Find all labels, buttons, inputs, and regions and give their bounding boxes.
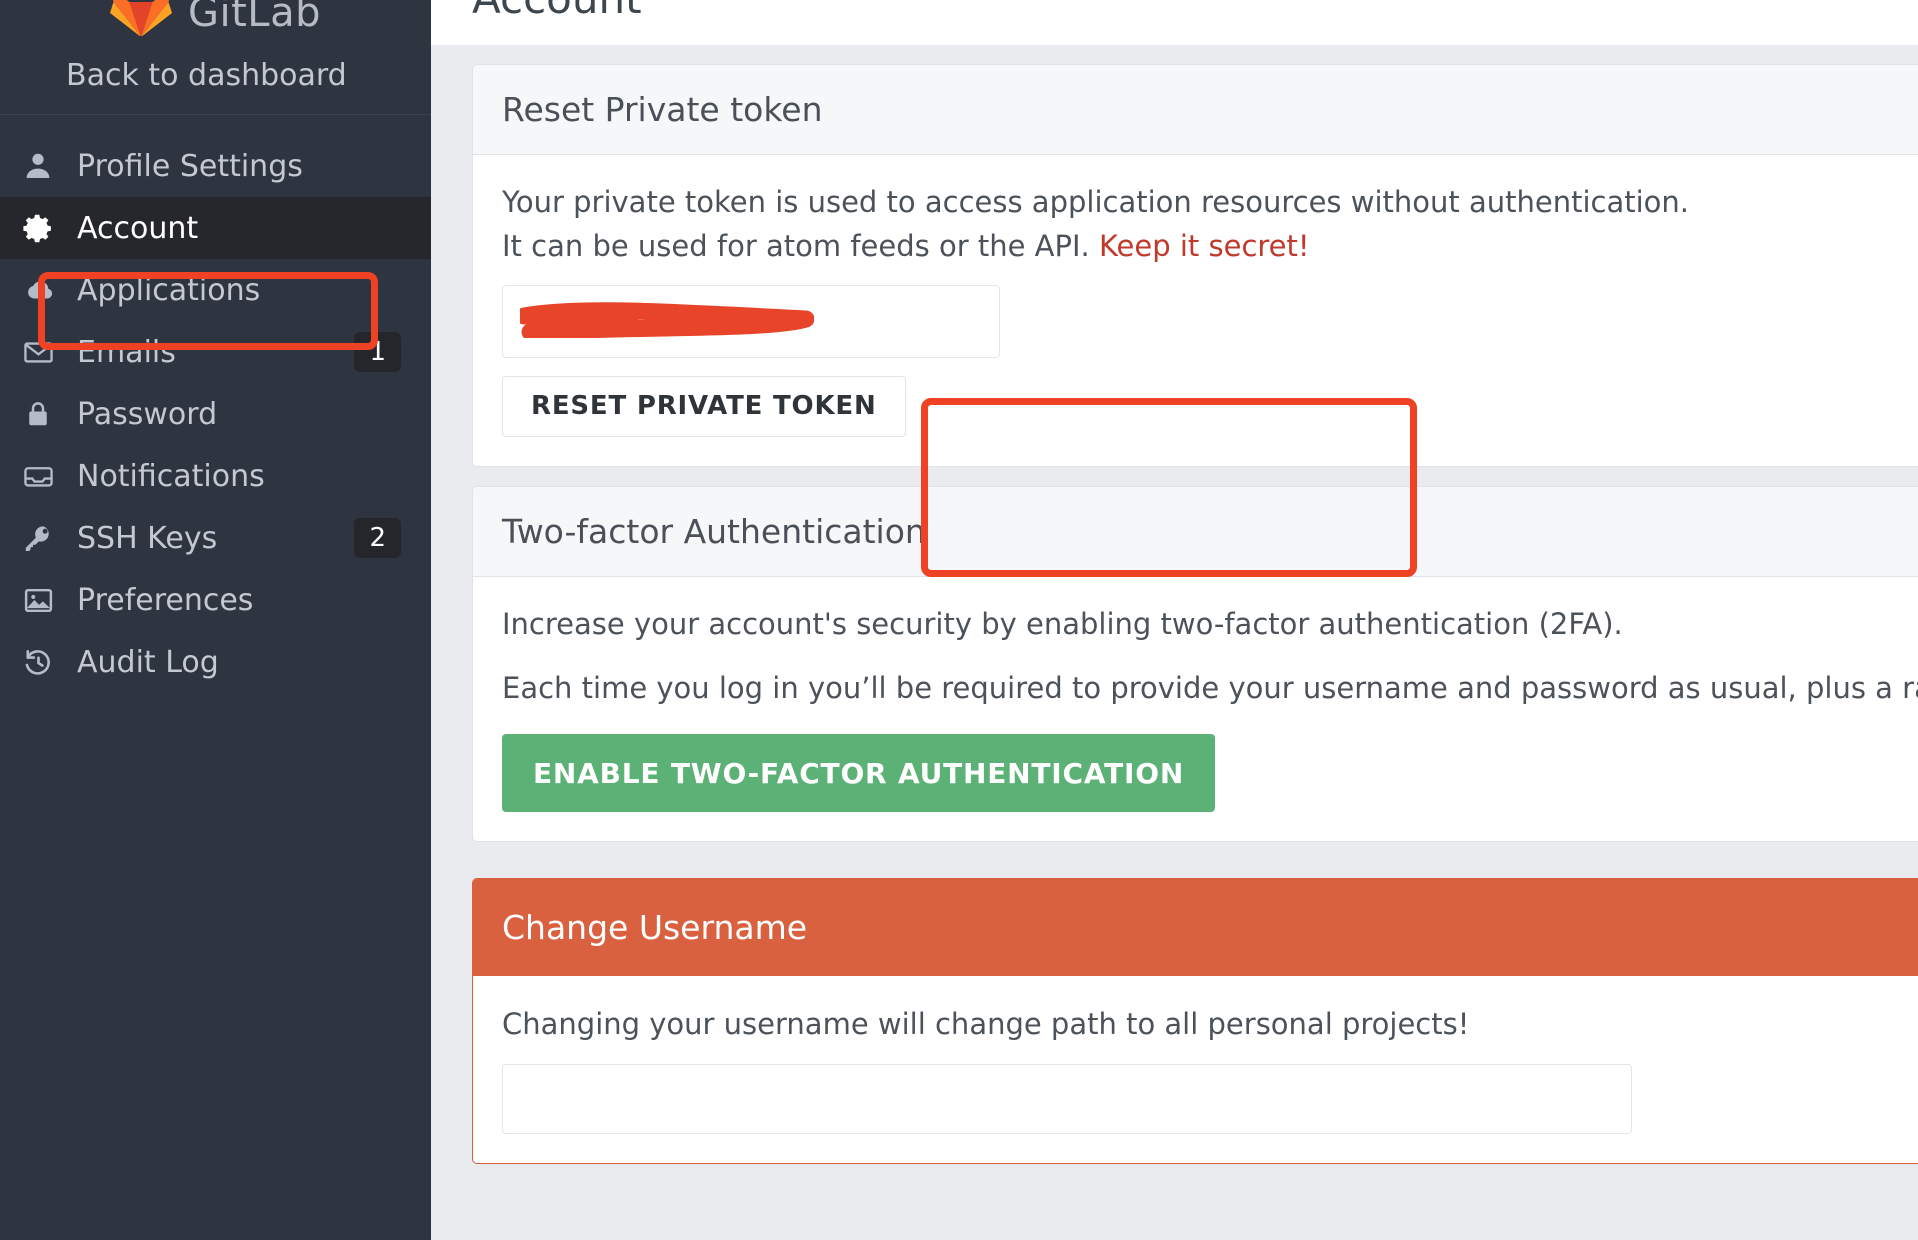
change-username-card: Change Username Changing your username w… xyxy=(472,878,1918,1164)
sidebar-badge-ssh-keys: 2 xyxy=(354,518,401,558)
sidebar-item-label: Applications xyxy=(64,273,401,308)
image-icon xyxy=(12,584,64,617)
gitlab-tanuki-icon xyxy=(110,0,172,36)
reset-private-token-button[interactable]: RESET PRIVATE TOKEN xyxy=(502,376,906,437)
sidebar-item-label: Preferences xyxy=(64,583,401,618)
gear-icon xyxy=(12,212,64,245)
lock-icon xyxy=(12,399,64,429)
reset-token-description-line1: Your private token is used to access app… xyxy=(502,184,1918,220)
sidebar-item-audit-log[interactable]: Audit Log xyxy=(0,631,431,693)
two-factor-authentication-body: Increase your account's security by enab… xyxy=(473,577,1918,842)
reset-private-token-body: Your private token is used to access app… xyxy=(473,155,1918,466)
change-username-header: Change Username xyxy=(473,879,1918,976)
sidebar-item-label: Audit Log xyxy=(64,645,401,680)
enable-two-factor-authentication-button[interactable]: ENABLE TWO-FACTOR AUTHENTICATION xyxy=(502,734,1215,812)
private-token-input[interactable] xyxy=(502,285,1000,358)
back-to-dashboard-label: Back to dashboard xyxy=(66,58,347,93)
two-factor-authentication-header: Two-factor Authentication xyxy=(473,487,1918,577)
brand-name: GitLab xyxy=(188,0,321,36)
cloud-icon xyxy=(12,273,64,307)
sidebar-item-account[interactable]: Account xyxy=(0,197,431,259)
sidebar-item-profile-settings[interactable]: Profile Settings xyxy=(0,135,431,197)
sidebar-item-label: Account xyxy=(64,211,401,246)
inbox-icon xyxy=(12,460,64,493)
settings-sections: Reset Private token Your private token i… xyxy=(431,64,1918,1164)
change-username-warning: Changing your username will change path … xyxy=(502,1006,1918,1042)
sidebar: GitLab Back to dashboard Profile Setting… xyxy=(0,0,431,1240)
tfa-description-line2: Each time you log in you’ll be required … xyxy=(502,670,1918,706)
page-title: Account xyxy=(472,0,642,23)
sidebar-item-notifications[interactable]: Notifications xyxy=(0,445,431,507)
two-factor-authentication-card: Two-factor Authentication Increase your … xyxy=(472,486,1918,843)
sidebar-item-label: Notifications xyxy=(64,459,401,494)
reset-token-line2-prefix: It can be used for atom feeds or the API… xyxy=(502,229,1099,263)
sidebar-item-label: Profile Settings xyxy=(64,149,401,184)
tfa-description-line1: Increase your account's security by enab… xyxy=(502,606,1918,642)
sidebar-item-ssh-keys[interactable]: SSH Keys 2 xyxy=(0,507,431,569)
reset-private-token-card: Reset Private token Your private token i… xyxy=(472,64,1918,467)
back-to-dashboard-link[interactable]: Back to dashboard xyxy=(0,36,431,115)
sidebar-item-label: Password xyxy=(64,397,401,432)
key-icon xyxy=(12,522,64,555)
page-header: Account xyxy=(431,0,1918,45)
sidebar-item-label: SSH Keys xyxy=(64,521,354,556)
redaction-scribble xyxy=(520,302,814,338)
sidebar-badge-emails: 1 xyxy=(354,332,401,372)
reset-token-description-line2: It can be used for atom feeds or the API… xyxy=(502,228,1918,264)
keep-it-secret-link[interactable]: Keep it secret! xyxy=(1099,229,1310,263)
gitlab-profile-settings-page: GitLab Back to dashboard Profile Setting… xyxy=(0,0,1918,1240)
history-clock-icon xyxy=(12,646,64,679)
sidebar-item-emails[interactable]: Emails 1 xyxy=(0,321,431,383)
reset-private-token-header: Reset Private token xyxy=(473,65,1918,155)
user-icon xyxy=(12,150,64,182)
sidebar-nav: Profile Settings Account xyxy=(0,115,431,693)
username-input[interactable] xyxy=(502,1064,1632,1134)
change-username-body: Changing your username will change path … xyxy=(473,976,1918,1163)
envelope-icon xyxy=(12,336,64,369)
sidebar-item-applications[interactable]: Applications xyxy=(0,259,431,321)
sidebar-item-password[interactable]: Password xyxy=(0,383,431,445)
brand-header[interactable]: GitLab xyxy=(0,0,431,36)
sidebar-item-preferences[interactable]: Preferences xyxy=(0,569,431,631)
sidebar-item-label: Emails xyxy=(64,335,354,370)
main-content: Account Reset Private token Your private… xyxy=(431,0,1918,1240)
